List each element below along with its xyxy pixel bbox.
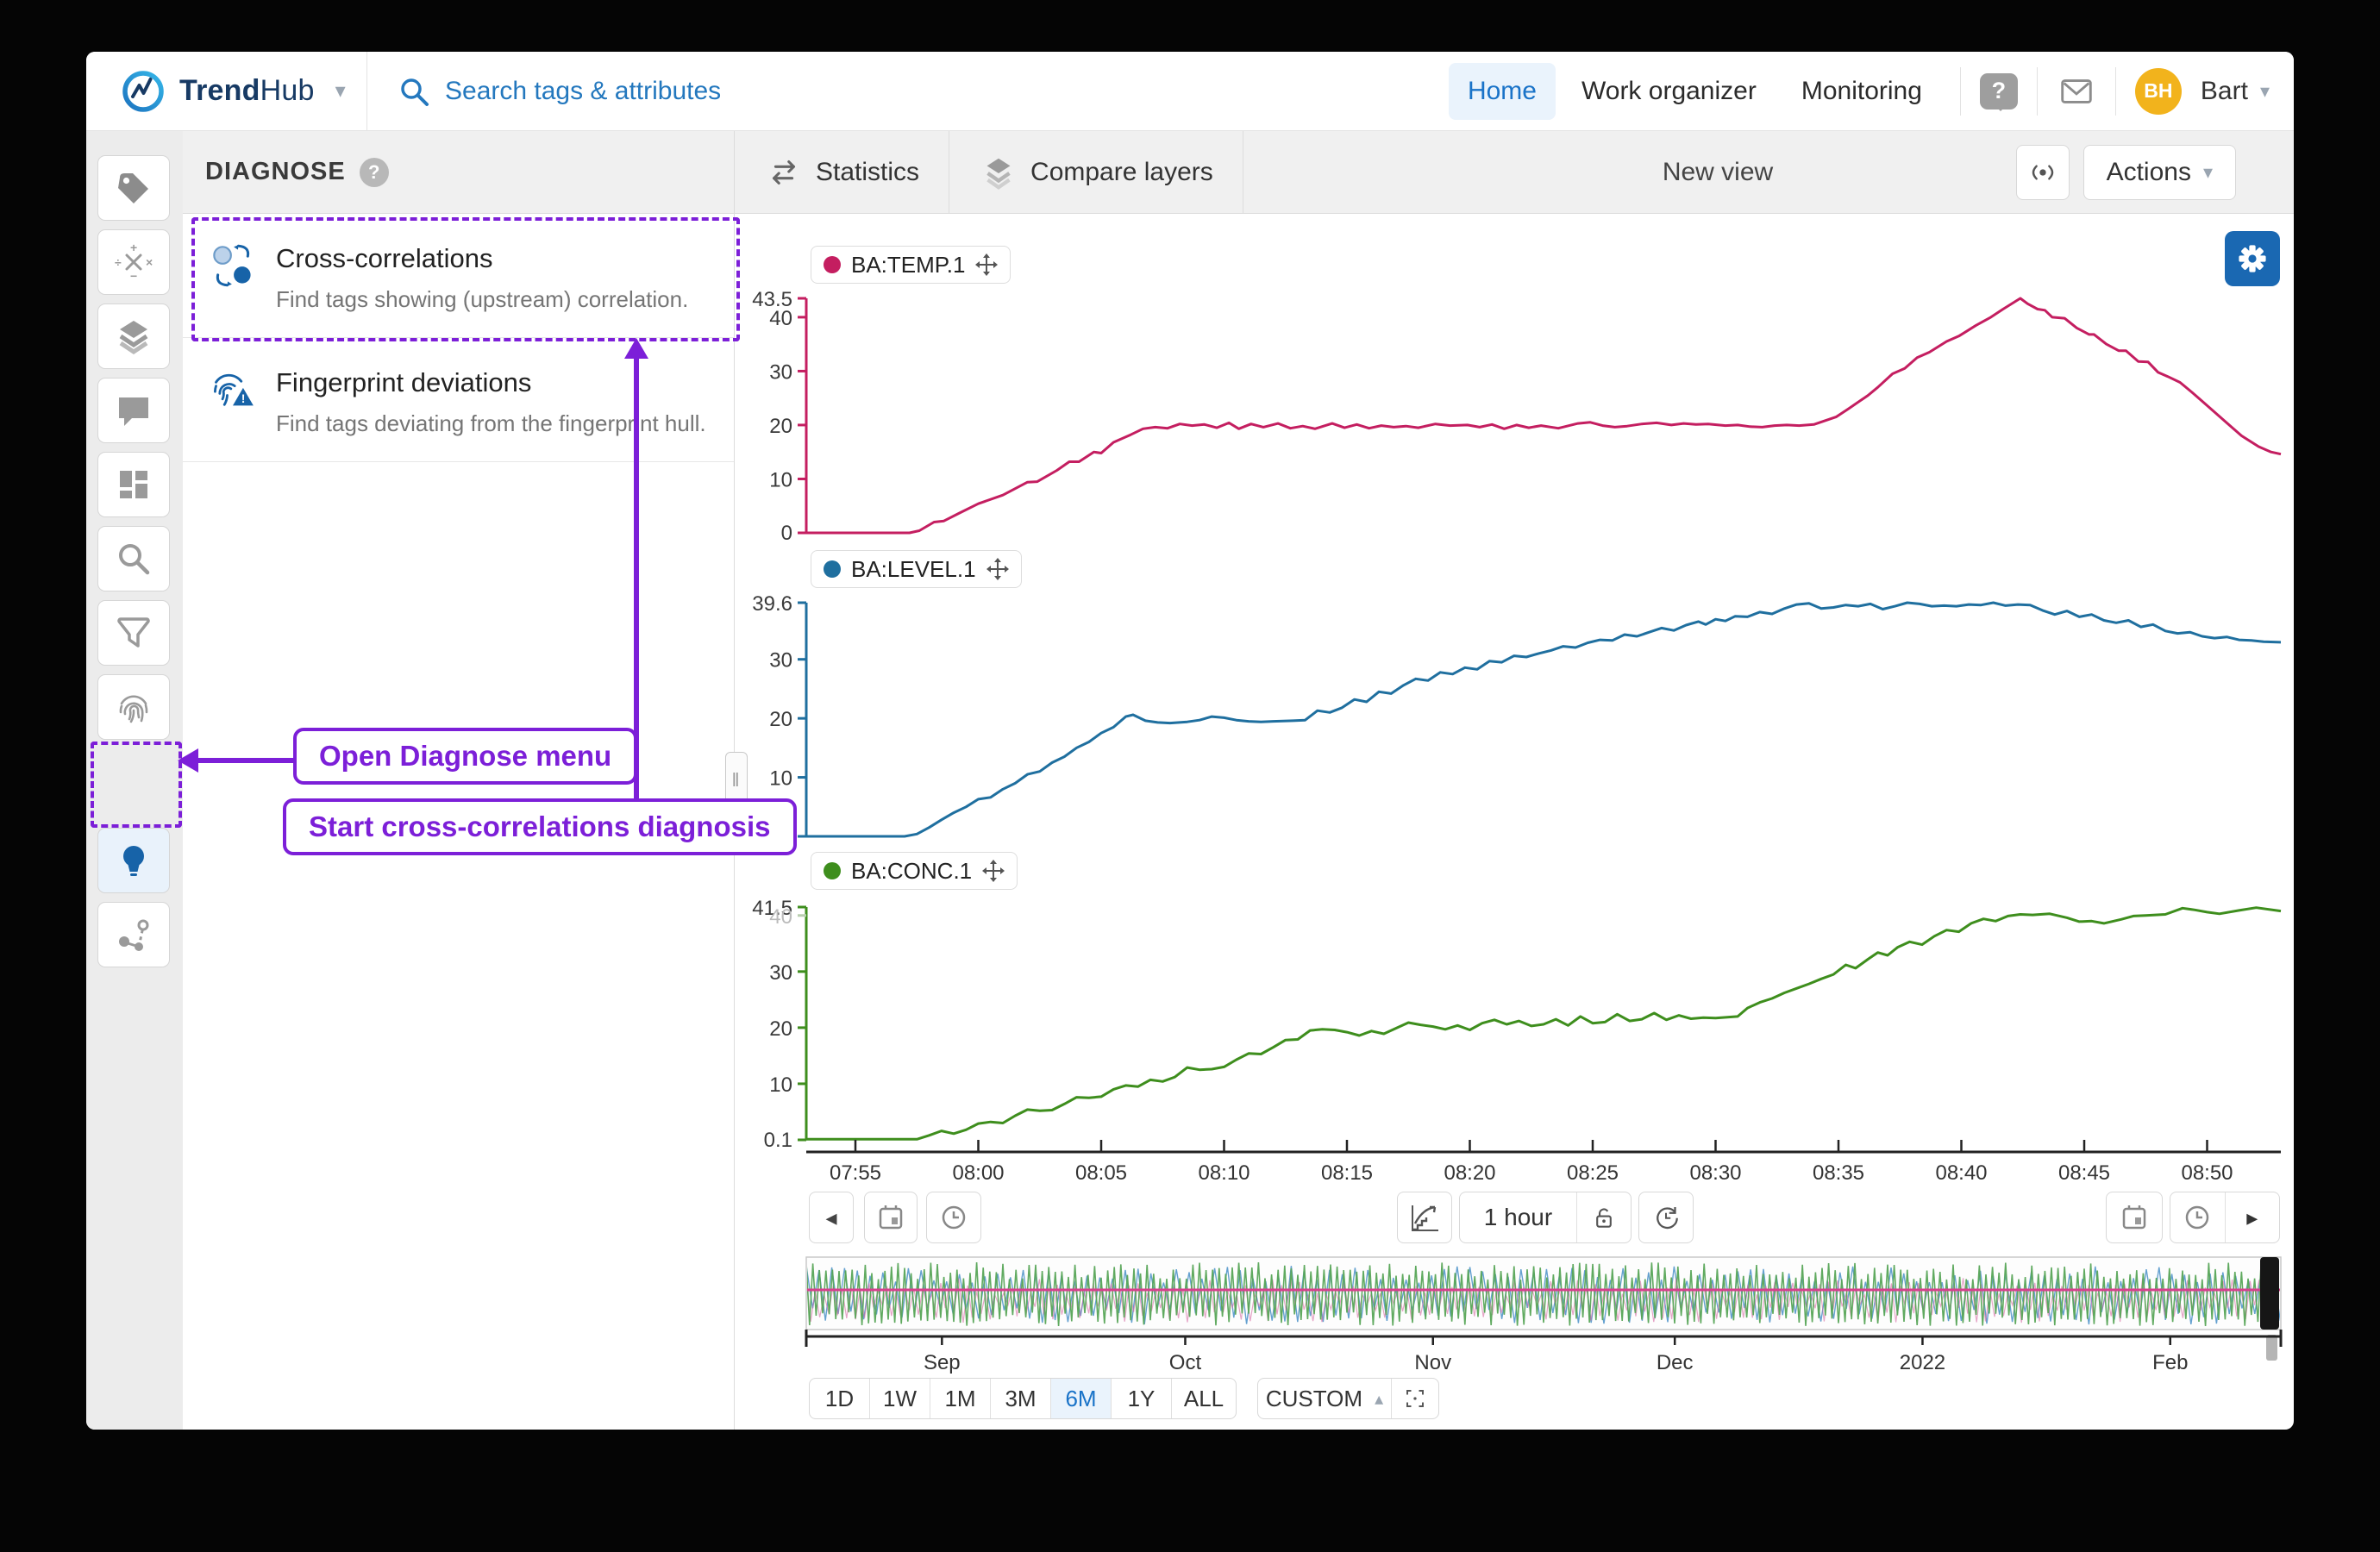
fit-screen-button[interactable] (1392, 1379, 1438, 1418)
svg-text:08:30: 08:30 (1689, 1161, 1741, 1185)
range-1y[interactable]: 1Y (1112, 1379, 1172, 1418)
series-color-dot (824, 862, 841, 879)
move-icon[interactable] (986, 558, 1009, 580)
svg-text:39.6: 39.6 (752, 592, 792, 616)
move-icon[interactable] (982, 860, 1005, 882)
lock-icon (1589, 1203, 1619, 1232)
svg-text:08:45: 08:45 (2058, 1161, 2110, 1185)
svg-text:Oct: Oct (1169, 1351, 1202, 1374)
svg-text:08:25: 08:25 (1567, 1161, 1619, 1185)
resolution-button[interactable]: 1 hour (1460, 1192, 1576, 1242)
series-color-dot (824, 560, 841, 578)
tag-chip-label: BA:TEMP.1 (851, 252, 965, 278)
custom-label: CUSTOM (1266, 1386, 1362, 1412)
chart-type-button[interactable] (1397, 1192, 1452, 1243)
svg-text:2022: 2022 (1900, 1351, 1945, 1374)
svg-text:Sep: Sep (924, 1351, 961, 1374)
step-chart-icon (1407, 1200, 1442, 1235)
svg-text:08:15: 08:15 (1321, 1161, 1373, 1185)
tag-chip-level[interactable]: BA:LEVEL.1 (811, 550, 1022, 588)
calendar-end-button[interactable] (2106, 1192, 2163, 1243)
end-time-controls: ▸ (2170, 1192, 2280, 1243)
history-button[interactable] (1638, 1192, 1694, 1243)
chart-settings-button[interactable] (2225, 231, 2280, 286)
custom-range-group: CUSTOM ▴ (1257, 1378, 1439, 1419)
clock-start-button[interactable] (926, 1192, 981, 1243)
svg-text:10: 10 (769, 767, 792, 791)
svg-text:08:00: 08:00 (952, 1161, 1004, 1185)
svg-text:08:20: 08:20 (1444, 1161, 1495, 1185)
svg-text:08:10: 08:10 (1198, 1161, 1250, 1185)
tag-chip-conc[interactable]: BA:CONC.1 (811, 852, 1018, 890)
svg-text:Feb: Feb (2152, 1351, 2188, 1374)
range-3m[interactable]: 3M (991, 1379, 1051, 1418)
svg-text:10: 10 (769, 468, 792, 491)
svg-text:20: 20 (769, 708, 792, 731)
svg-text:20: 20 (769, 415, 792, 438)
screenshot-frame: 43.510203040039.6102030041.5102030400.10… (0, 0, 2380, 1552)
svg-text:0.1: 0.1 (764, 1129, 792, 1152)
move-icon[interactable] (975, 253, 998, 276)
svg-text:40: 40 (769, 905, 792, 929)
clock-end-button[interactable] (2170, 1192, 2225, 1242)
range-all[interactable]: ALL (1172, 1379, 1236, 1418)
callout-start-diagnosis: Start cross-correlations diagnosis (283, 798, 797, 855)
trendhub-app-window: 43.510203040039.6102030041.5102030400.10… (86, 52, 2294, 1430)
tag-chip-label: BA:CONC.1 (851, 858, 972, 885)
range-1d[interactable]: 1D (810, 1379, 870, 1418)
svg-text:08:50: 08:50 (2181, 1161, 2233, 1185)
lock-resolution-button[interactable] (1576, 1192, 1631, 1242)
custom-range-button[interactable]: CUSTOM ▴ (1258, 1379, 1392, 1418)
gear-icon (2233, 240, 2271, 278)
svg-text:40: 40 (769, 307, 792, 330)
calendar-icon (2119, 1202, 2150, 1233)
svg-text:08:35: 08:35 (1813, 1161, 1864, 1185)
tag-chip-label: BA:LEVEL.1 (851, 556, 976, 583)
pan-right-button[interactable]: ▸ (2225, 1192, 2280, 1242)
svg-text:08:40: 08:40 (1935, 1161, 1987, 1185)
collapse-caret-icon: ▴ (1375, 1388, 1383, 1410)
calendar-start-button[interactable] (864, 1192, 918, 1243)
left-triangle-icon: ◂ (825, 1205, 836, 1231)
svg-text:Nov: Nov (1414, 1351, 1451, 1374)
svg-text:07:55: 07:55 (830, 1161, 881, 1185)
svg-text:08:05: 08:05 (1075, 1161, 1127, 1185)
svg-text:30: 30 (769, 961, 792, 985)
fit-screen-icon (1402, 1386, 1428, 1411)
right-triangle-icon: ▸ (2246, 1205, 2258, 1231)
range-6m[interactable]: 6M (1051, 1379, 1112, 1418)
svg-text:0: 0 (781, 522, 792, 545)
callout-open-diagnose-menu: Open Diagnose menu (293, 728, 637, 785)
resolution-control: 1 hour (1459, 1192, 1632, 1243)
svg-text:Dec: Dec (1657, 1351, 1694, 1374)
range-1m[interactable]: 1M (930, 1379, 991, 1418)
svg-text:10: 10 (769, 1073, 792, 1097)
time-range-group: 1D 1W 1M 3M 6M 1Y ALL (809, 1378, 1237, 1419)
pan-left-button[interactable]: ◂ (809, 1192, 854, 1243)
clock-icon (2182, 1202, 2213, 1233)
svg-text:30: 30 (769, 649, 792, 673)
history-icon (1650, 1202, 1682, 1233)
svg-text:30: 30 (769, 360, 792, 384)
tag-chip-temp[interactable]: BA:TEMP.1 (811, 246, 1011, 284)
series-color-dot (824, 256, 841, 273)
range-1w[interactable]: 1W (870, 1379, 930, 1418)
svg-text:20: 20 (769, 1017, 792, 1041)
clock-icon (938, 1202, 969, 1233)
calendar-icon (875, 1202, 906, 1233)
